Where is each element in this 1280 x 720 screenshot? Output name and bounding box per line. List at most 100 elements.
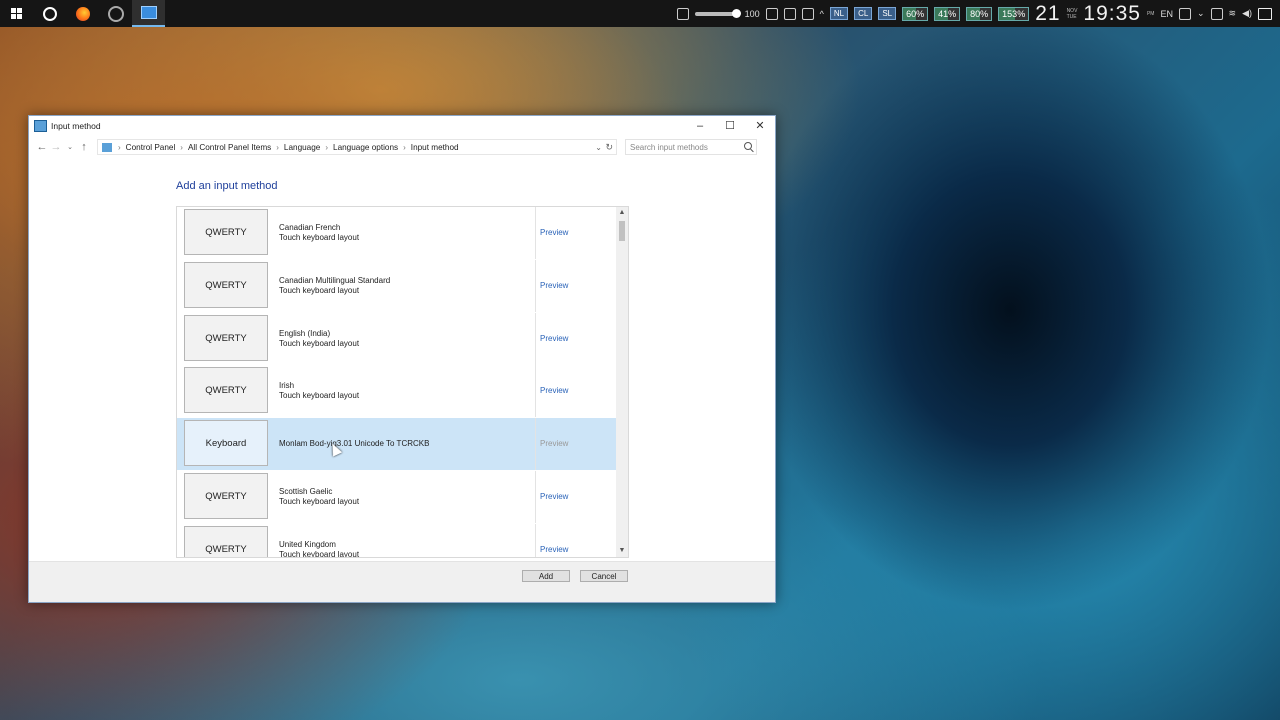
search-box[interactable] (625, 139, 757, 155)
breadcrumb-separator[interactable]: › (403, 143, 406, 152)
minimize-button[interactable]: – (685, 116, 715, 135)
breadcrumb-language-options[interactable]: Language options (333, 143, 398, 152)
vertical-scrollbar[interactable]: ▲ ▼ (616, 207, 628, 557)
list-item-subtitle: Touch keyboard layout (279, 550, 360, 558)
wifi-icon[interactable]: ≋ (1229, 8, 1237, 19)
list-item[interactable]: QWERTY United Kingdom Touch keyboard lay… (177, 524, 616, 558)
tray-tile-sl[interactable]: SL (878, 7, 897, 20)
breadcrumb-separator[interactable]: › (325, 143, 328, 152)
breadcrumb-separator[interactable]: › (180, 143, 183, 152)
language-indicator[interactable]: EN (1160, 9, 1173, 19)
volume-slider[interactable] (694, 8, 741, 18)
layout-tile[interactable]: QWERTY (184, 473, 268, 519)
clock-weekday: TUE (1066, 13, 1077, 20)
layout-tile[interactable]: QWERTY (184, 209, 268, 255)
layout-tile[interactable]: QWERTY (184, 367, 268, 413)
tray-tile-nl[interactable]: NL (829, 7, 849, 20)
preview-link[interactable]: Preview (540, 545, 568, 554)
breadcrumb-separator[interactable]: › (276, 143, 279, 152)
back-arrow-icon[interactable]: ← (35, 141, 49, 153)
firefox-button[interactable] (66, 0, 99, 27)
search-icon[interactable] (744, 142, 752, 150)
column-divider (535, 313, 536, 365)
firefox-icon (75, 6, 90, 21)
speaker-icon[interactable]: ◀) (1242, 8, 1252, 19)
memory-meter-value: 41% (938, 8, 957, 19)
memory-meter: 41% (934, 6, 961, 21)
scroll-down-arrow-icon[interactable]: ▼ (616, 545, 628, 557)
add-button[interactable]: Add (522, 570, 570, 582)
list-item[interactable]: QWERTY Irish Touch keyboard layout Previ… (177, 365, 616, 417)
dialog-footer: Add Cancel (29, 561, 775, 602)
clock-time[interactable]: 19:35 (1083, 2, 1141, 26)
list-item-subtitle: Touch keyboard layout (279, 339, 360, 348)
page-title: Add an input method (176, 180, 278, 192)
recent-locations-chevron-icon[interactable]: ⌄ (63, 143, 77, 151)
input-method-list[interactable]: QWERTY Canadian French Touch keyboard la… (176, 206, 629, 558)
keyboard-icon[interactable] (1178, 7, 1191, 20)
breadcrumb-control-panel[interactable]: Control Panel (126, 143, 176, 152)
breadcrumb-language[interactable]: Language (284, 143, 320, 152)
list-item-name: United Kingdom (279, 540, 336, 549)
layout-tile[interactable]: Keyboard (184, 420, 268, 466)
up-arrow-icon[interactable]: ↑ (77, 141, 91, 153)
maximize-button[interactable]: ☐ (715, 116, 745, 135)
list-item-text: Canadian Multilingual Standard Touch key… (279, 260, 390, 312)
breadcrumb-all-items[interactable]: All Control Panel Items (188, 143, 271, 152)
list-item-name: Canadian French (279, 223, 341, 232)
control-panel-taskbar-button[interactable] (132, 0, 165, 27)
layout-tile[interactable]: QWERTY (184, 262, 268, 308)
refresh-icon[interactable]: ↻ (605, 142, 613, 153)
scrollbar-thumb[interactable] (619, 221, 625, 241)
chevron-down-icon[interactable]: ⌄ (595, 143, 602, 152)
list-item[interactable]: QWERTY Canadian Multilingual Standard To… (177, 260, 616, 312)
app-tray-icon[interactable] (765, 7, 778, 20)
column-divider (535, 471, 536, 523)
breadcrumb-separator[interactable]: › (118, 143, 121, 152)
taskbar: 100 ^ NL CL SL 60% 41% 80% 153% 21 NOV T… (0, 0, 1280, 27)
preview-link[interactable]: Preview (540, 228, 568, 237)
list-item-subtitle: Touch keyboard layout (279, 497, 360, 506)
tray-tile-cl[interactable]: CL (854, 7, 873, 20)
list-item-name: Irish (279, 381, 295, 390)
start-button[interactable] (0, 0, 33, 27)
cortana-button[interactable] (33, 0, 66, 27)
list-item[interactable]: QWERTY English (India) Touch keyboard la… (177, 313, 616, 365)
list-item[interactable]: QWERTY Canadian French Touch keyboard la… (177, 207, 616, 259)
layout-tile[interactable]: QWERTY (184, 315, 268, 361)
forward-arrow-icon[interactable]: → (49, 141, 63, 153)
preview-link[interactable]: Preview (540, 439, 568, 448)
control-panel-icon (34, 119, 47, 132)
clipboard-icon[interactable] (676, 7, 689, 20)
list-item-name: Scottish Gaelic (279, 487, 333, 496)
app-tray-icon[interactable] (801, 7, 814, 20)
battery-meter-value: 80% (970, 8, 989, 19)
search-input[interactable] (630, 142, 740, 152)
list-item-text: English (India) Touch keyboard layout (279, 313, 359, 365)
security-icon[interactable] (1210, 7, 1223, 20)
close-button[interactable]: ✕ (745, 116, 775, 135)
battery-meter: 80% (966, 6, 993, 21)
cpu-meter-value: 60% (906, 8, 925, 19)
breadcrumb-input-method[interactable]: Input method (411, 143, 459, 152)
cortana-icon (42, 6, 57, 21)
clock-day: 21 (1035, 1, 1061, 25)
list-item-name: Monlam Bod-yig3.01 Unicode To TCRCKB (279, 439, 430, 448)
layout-tile[interactable]: QWERTY (184, 526, 268, 557)
control-panel-icon (102, 142, 112, 152)
preview-link[interactable]: Preview (540, 386, 568, 395)
breadcrumb[interactable]: › Control Panel › All Control Panel Item… (97, 139, 617, 155)
preview-link[interactable]: Preview (540, 492, 568, 501)
scroll-up-arrow-icon[interactable]: ▲ (616, 207, 628, 219)
chevron-down-icon[interactable]: ⌄ (1197, 8, 1205, 19)
chevron-up-icon[interactable]: ^ (820, 9, 824, 19)
app-tray-icon[interactable] (783, 7, 796, 20)
notification-icon[interactable] (1258, 7, 1272, 20)
title-bar[interactable]: Input method – ☐ ✕ (29, 116, 775, 135)
browser-button[interactable] (99, 0, 132, 27)
preview-link[interactable]: Preview (540, 281, 568, 290)
list-item-selected[interactable]: Keyboard Monlam Bod-yig3.01 Unicode To T… (177, 418, 616, 470)
list-item[interactable]: QWERTY Scottish Gaelic Touch keyboard la… (177, 471, 616, 523)
preview-link[interactable]: Preview (540, 334, 568, 343)
cancel-button[interactable]: Cancel (580, 570, 628, 582)
